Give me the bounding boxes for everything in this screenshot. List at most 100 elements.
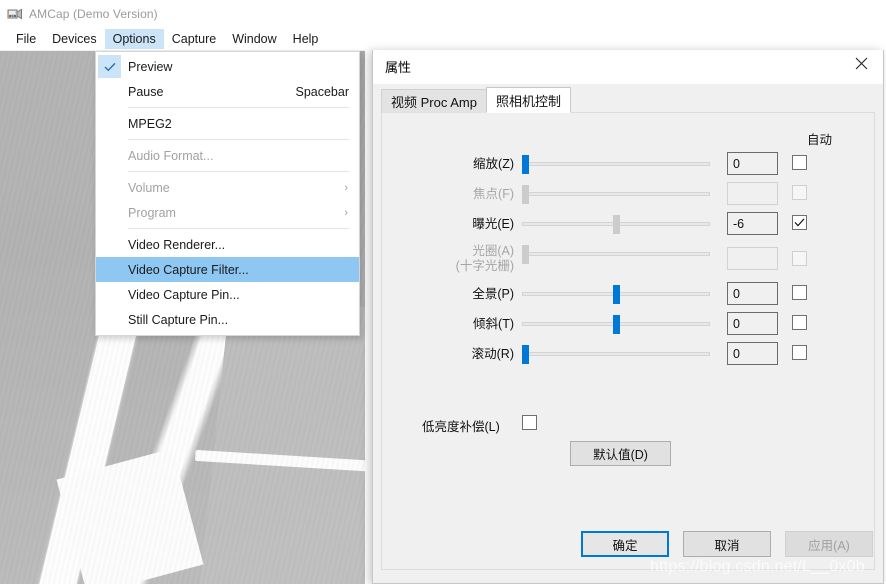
control-row-tilt: 倾斜(T) 0 <box>382 309 874 339</box>
amcap-titlebar: AMCap (Demo Version) <box>0 0 365 27</box>
menu-item-label: Volume <box>128 180 170 195</box>
camera-control-panel: 自动 缩放(Z) 0 焦点(F) 曝光(E) -6 光圈(A) (十字光栅) 全… <box>381 112 875 570</box>
options-dropdown-menu[interactable]: Preview Pause Spacebar MPEG2 Audio Forma… <box>95 51 360 336</box>
tab-camera-control[interactable]: 照相机控制 <box>485 87 571 113</box>
menu-item-mpeg2[interactable]: MPEG2 <box>96 111 359 136</box>
menu-item-label: Video Renderer... <box>128 237 226 252</box>
ok-button[interactable]: 确定 <box>581 531 669 557</box>
desktop-background <box>365 0 886 50</box>
menu-item-video-capture-pin[interactable]: Video Capture Pin... <box>96 282 359 307</box>
tilt-slider[interactable] <box>522 313 710 335</box>
tab-video-proc-amp[interactable]: 视频 Proc Amp <box>381 89 487 113</box>
exposure-value-input[interactable]: -6 <box>727 212 778 235</box>
slider-thumb[interactable] <box>613 285 620 304</box>
cancel-button[interactable]: 取消 <box>683 531 771 557</box>
slider-thumb[interactable] <box>522 345 529 364</box>
slider-track <box>522 252 710 256</box>
pan-value-input[interactable]: 0 <box>727 282 778 305</box>
menu-item-audio-format: Audio Format... <box>96 143 359 168</box>
exposure-auto-checkbox[interactable] <box>792 215 807 230</box>
control-label: 曝光(E) <box>472 216 514 231</box>
control-label: 全景(P) <box>472 286 514 301</box>
slider-track <box>522 352 710 356</box>
control-label-line1: 光圈(A) <box>472 244 514 258</box>
dialog-tabs[interactable]: 视频 Proc Amp 照相机控制 <box>381 87 571 113</box>
control-label: 滚动(R) <box>471 346 514 361</box>
dialog-button-bar: 确定 取消 应用(A) <box>373 531 883 557</box>
lowlight-compensation-label: 低亮度补偿(L) <box>422 420 500 434</box>
pan-slider[interactable] <box>522 283 710 305</box>
menu-separator <box>128 107 349 108</box>
check-icon <box>98 55 121 78</box>
checkmark-icon <box>794 218 805 227</box>
control-label: 倾斜(T) <box>473 316 514 331</box>
tilt-value-input[interactable]: 0 <box>727 312 778 335</box>
control-row-iris: 光圈(A) (十字光栅) <box>382 239 874 279</box>
control-row-zoom: 缩放(Z) 0 <box>382 149 874 179</box>
slider-thumb[interactable] <box>613 215 620 234</box>
menu-item-pause[interactable]: Pause Spacebar <box>96 79 359 104</box>
slider-thumb <box>522 245 529 264</box>
menu-item-label: Preview <box>128 59 173 74</box>
menu-item-still-capture-pin[interactable]: Still Capture Pin... <box>96 307 359 332</box>
menu-item-volume: Volume › <box>96 175 359 200</box>
menu-item-video-renderer[interactable]: Video Renderer... <box>96 232 359 257</box>
menu-item-preview[interactable]: Preview <box>96 54 359 79</box>
menu-separator <box>128 139 349 140</box>
roll-value-input[interactable]: 0 <box>727 342 778 365</box>
control-label-line2: (十字光栅) <box>455 259 514 273</box>
menu-item-video-capture-filter[interactable]: Video Capture Filter... <box>96 257 359 282</box>
menu-item-program: Program › <box>96 200 359 225</box>
control-row-roll: 滚动(R) 0 <box>382 339 874 369</box>
menu-separator <box>128 171 349 172</box>
dialog-title: 属性 <box>385 60 412 75</box>
close-button[interactable] <box>839 50 883 82</box>
menu-file[interactable]: File <box>8 29 44 49</box>
slider-thumb[interactable] <box>522 155 529 174</box>
menu-devices[interactable]: Devices <box>44 29 104 49</box>
iris-auto-checkbox <box>792 251 807 266</box>
control-row-exposure: 曝光(E) -6 <box>382 209 874 239</box>
zoom-slider[interactable] <box>522 153 710 175</box>
slider-thumb[interactable] <box>613 315 620 334</box>
roll-auto-checkbox[interactable] <box>792 345 807 360</box>
slider-thumb <box>522 185 529 204</box>
menu-item-label: Pause <box>128 84 164 99</box>
control-label: 光圈(A) (十字光栅) <box>382 244 514 274</box>
control-label: 焦点(F) <box>473 186 514 201</box>
menu-item-label: Audio Format... <box>128 148 214 163</box>
menu-item-accelerator: Spacebar <box>295 84 349 99</box>
menu-item-label: MPEG2 <box>128 116 172 131</box>
zoom-auto-checkbox[interactable] <box>792 155 807 170</box>
roll-slider[interactable] <box>522 343 710 365</box>
slider-track <box>522 162 710 166</box>
chevron-right-icon: › <box>344 206 348 219</box>
control-row-focus: 焦点(F) <box>382 179 874 209</box>
menu-window[interactable]: Window <box>224 29 284 49</box>
slider-track <box>522 192 710 196</box>
menu-options[interactable]: Options <box>104 28 164 49</box>
menu-item-label: Video Capture Filter... <box>128 262 249 277</box>
control-rows: 缩放(Z) 0 焦点(F) 曝光(E) -6 光圈(A) (十字光栅) 全景(P… <box>382 149 874 369</box>
auto-column-header: 自动 <box>806 133 832 147</box>
focus-slider <box>522 183 710 205</box>
control-row-pan: 全景(P) 0 <box>382 279 874 309</box>
amcap-window-title: AMCap (Demo Version) <box>29 6 158 21</box>
focus-auto-checkbox <box>792 185 807 200</box>
iris-value-input <box>727 247 778 270</box>
zoom-value-input[interactable]: 0 <box>727 152 778 175</box>
menu-capture[interactable]: Capture <box>164 29 224 49</box>
lowlight-compensation-row: 低亮度补偿(L) <box>382 413 874 437</box>
chevron-right-icon: › <box>344 181 348 194</box>
pan-auto-checkbox[interactable] <box>792 285 807 300</box>
amcap-menubar[interactable]: File Devices Options Capture Window Help <box>0 27 365 51</box>
screen: AMCap (Demo Version) File Devices Option… <box>0 0 886 584</box>
apply-button: 应用(A) <box>785 531 873 557</box>
menu-help[interactable]: Help <box>285 29 327 49</box>
exposure-slider[interactable] <box>522 213 710 235</box>
dialog-titlebar: 属性 <box>373 50 883 84</box>
close-icon <box>855 57 868 75</box>
defaults-button[interactable]: 默认值(D) <box>570 441 671 466</box>
tilt-auto-checkbox[interactable] <box>792 315 807 330</box>
lowlight-compensation-checkbox[interactable] <box>522 415 537 430</box>
